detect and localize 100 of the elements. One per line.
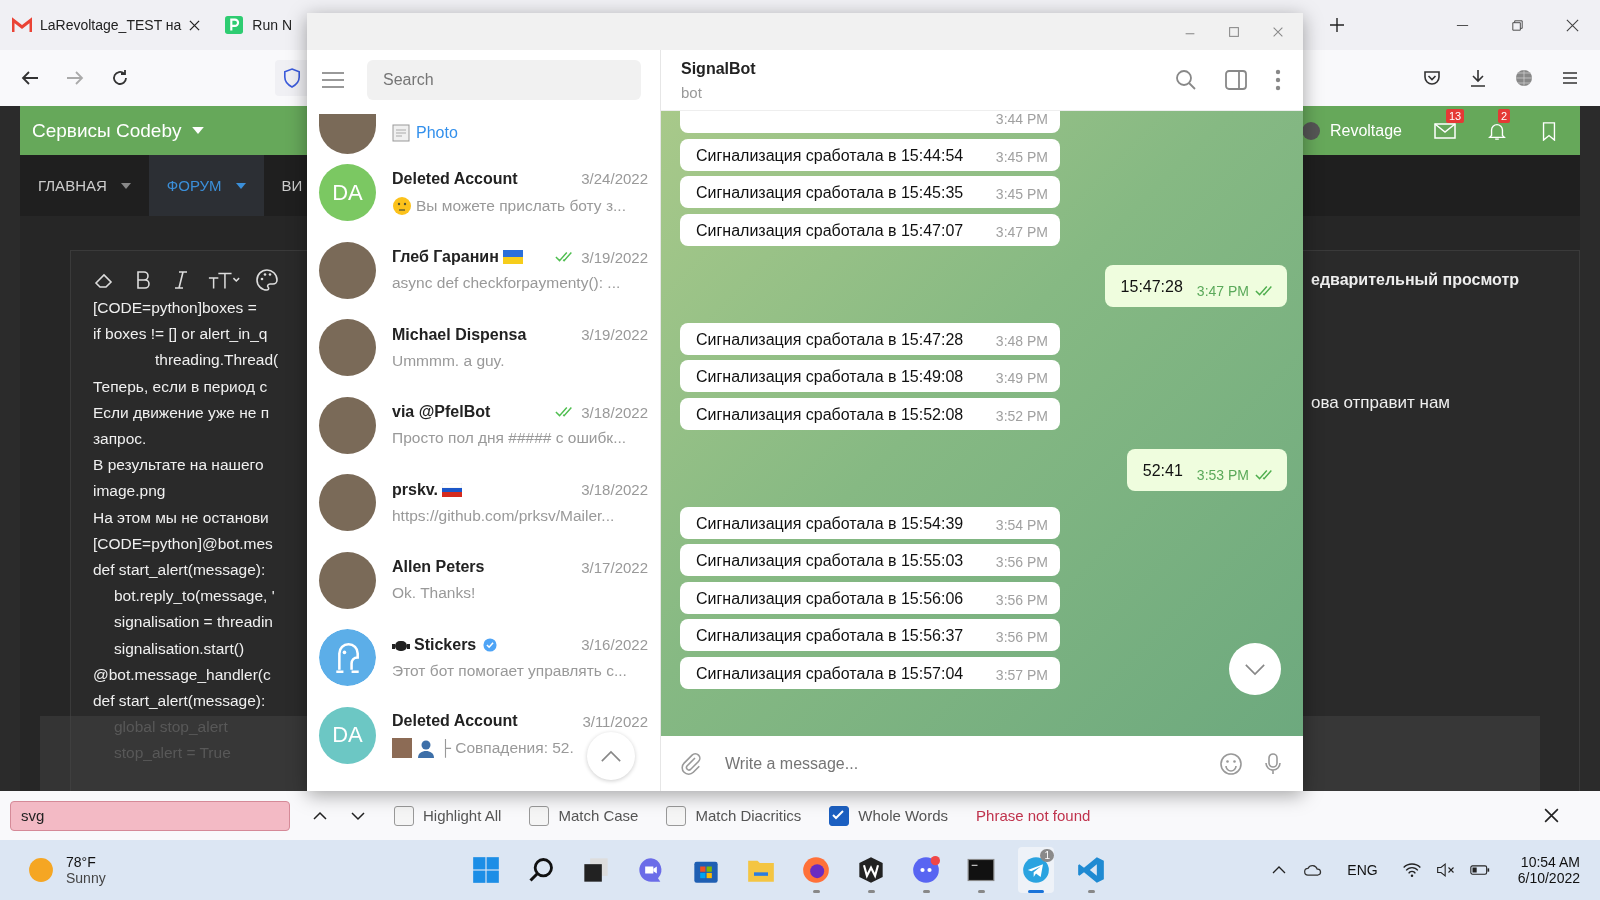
chevron-down-icon [1244, 662, 1266, 676]
close-icon[interactable] [189, 19, 201, 31]
message-time: 3:48 PM [995, 332, 1048, 349]
message-text: Сигнализация сработала в 15:44:54 [696, 146, 965, 165]
avatar-photo-placeholder [319, 396, 376, 454]
wifi-icon[interactable] [1401, 862, 1422, 878]
chat-list-item[interactable]: DA Deleted Account 3/24/2022 Вы можете прислать боту з... [307, 154, 660, 232]
user-silhouette-icon [416, 738, 436, 759]
chat-preview: ├ Совпадения: 52. [440, 739, 574, 758]
close-icon[interactable] [1565, 17, 1580, 33]
message-text: Сигнализация сработала в 15:47:07 [696, 221, 965, 240]
chat-name: prskv. [392, 480, 438, 499]
avatar-photo-placeholder [319, 114, 376, 154]
checkbox[interactable] [394, 805, 414, 826]
smiley-icon[interactable] [1219, 751, 1243, 776]
chat-list-item[interactable]: Stickers 3/16/2022 Этот бот помогает управлять с... [307, 619, 660, 697]
chat-preview: Вы можете прислать боту з... [416, 196, 626, 215]
checkbox-label: Match Case [558, 807, 639, 824]
terminal-icon [967, 856, 995, 884]
mail-icon[interactable] [1434, 120, 1456, 141]
chat-preview: Этот бот помогает управлять с... [392, 661, 627, 680]
editor-text-line: threading.Thread( [154, 350, 280, 371]
message-time: 3:54 PM [995, 516, 1048, 533]
download-icon[interactable] [1468, 68, 1488, 88]
message-text: Сигнализация сработала в 15:45:35 [696, 184, 965, 202]
chevron-up-icon [600, 749, 622, 763]
menu-icon[interactable] [321, 71, 345, 89]
editor-text-line: signalisation = threadin [113, 612, 274, 633]
battery-icon[interactable] [1469, 862, 1490, 878]
thinking-face-icon [392, 195, 412, 216]
editor-text-line: if boxes != [] or alert_in_q [93, 324, 269, 345]
message-time: 3:45 PM [995, 186, 1048, 202]
reload-icon[interactable] [110, 68, 130, 88]
message-text: 15:47:28 [1120, 278, 1183, 296]
chat-list-item[interactable]: via @PfelBot 3/18/2022 Просто пол дня ##### с ошибк... [307, 386, 660, 464]
find-field[interactable]: svg [10, 800, 290, 831]
checkbox[interactable] [829, 805, 850, 826]
checkbox[interactable] [666, 805, 687, 826]
message-text: Сигнализация сработала в 15:47:28 [696, 330, 965, 349]
find-status: Phrase not found [976, 807, 1091, 824]
chat-list-item[interactable]: Michael Dispensa 3/19/2022 Ummmm. a guy. [307, 309, 660, 387]
editor-text-line: bot.reply_to(message, ' [113, 586, 276, 607]
browser-tab[interactable]: LaRevoltage_TEST на [12, 0, 190, 50]
letter-p-icon [224, 16, 245, 34]
clock[interactable]: 10:54 AM 6/10/2022 [1517, 854, 1580, 886]
editor-text-line: [CODE=python]boxes = [93, 298, 258, 318]
globe-icon[interactable] [1514, 68, 1534, 88]
editor-text-line: image.png [93, 481, 167, 502]
editor-text-line: @bot.message_handler(c [93, 664, 272, 685]
nav-tab[interactable]: ВИ [263, 155, 305, 216]
sidebar-icon[interactable] [1225, 69, 1247, 91]
tab-title: Run N [252, 17, 293, 33]
muted-speaker-icon[interactable] [1435, 862, 1456, 878]
nav-tab[interactable]: ФОРУМ [148, 155, 264, 216]
message-input[interactable]: Write a message... [721, 753, 1201, 774]
new-tab-icon[interactable] [1329, 17, 1345, 33]
chat-list-item[interactable]: Глеб Гаранин 3/19/2022 async def checkforpaymenty(): ... [307, 231, 660, 309]
chat-name: Stickers [414, 635, 477, 654]
message-time: 3:47 PM [995, 223, 1048, 240]
cloud-icon[interactable] [1303, 862, 1324, 878]
chat-list-item[interactable]: DA Deleted Account 3/11/2022 ├ Совпадения: 52. [307, 696, 660, 774]
preview-button[interactable]: едварительный просмотр [1311, 271, 1520, 289]
nav-tab[interactable]: ГЛАВНАЯ [20, 155, 149, 216]
image-icon [392, 124, 410, 142]
chat-name: via @PfelBot [392, 403, 491, 422]
paperclip-icon[interactable] [679, 751, 703, 776]
close-icon[interactable] [1543, 807, 1560, 824]
palette-icon[interactable] [255, 268, 279, 292]
scroll-down-button[interactable] [1229, 643, 1281, 695]
message-text: Сигнализация сработала в 15:49:08 [696, 368, 965, 386]
avatar-photo-placeholder [319, 551, 376, 609]
caret-icon [191, 127, 204, 134]
maximize-icon[interactable] [1227, 24, 1241, 39]
message-text: 52:41 [1142, 462, 1183, 480]
avatar: DA [319, 164, 376, 222]
chat-title: SignalBot [681, 59, 757, 78]
tab-title: LaRevoltage_TEST на [40, 17, 182, 33]
weather-condition: Sunny [66, 870, 106, 886]
mail-icon [12, 16, 32, 34]
w-logo-icon [857, 856, 885, 884]
avatar: DA [319, 706, 376, 764]
language-indicator[interactable]: ENG [1347, 862, 1378, 878]
chat-date: 3/24/2022 [581, 170, 648, 188]
pocket-icon[interactable] [1422, 68, 1442, 88]
search-icon[interactable] [1175, 69, 1197, 91]
editor-text-line: запрос. [93, 429, 148, 449]
message-time: 3:57 PM [995, 666, 1048, 683]
more-icon[interactable] [1275, 69, 1281, 91]
search-field[interactable]: Search [367, 60, 641, 100]
chat-list-item[interactable]: prskv. 3/18/2022 https://github.com/prksv/Mailer... [307, 464, 660, 542]
checkbox-label: Highlight All [423, 807, 502, 824]
chat-date: 3/18/2022 [581, 403, 648, 421]
browser-tab[interactable]: Run N [224, 0, 301, 50]
checkbox[interactable] [529, 805, 550, 826]
restore-icon[interactable] [1510, 17, 1525, 33]
editor-text-line: Теперь, если в период с [93, 376, 269, 397]
chat-list-item[interactable]: Allen Peters 3/17/2022 Ok. Thanks! [307, 541, 660, 619]
fox-globe-icon [802, 856, 830, 884]
chat-subtitle: bot [681, 83, 703, 101]
message-time: 3:56 PM [995, 629, 1048, 645]
